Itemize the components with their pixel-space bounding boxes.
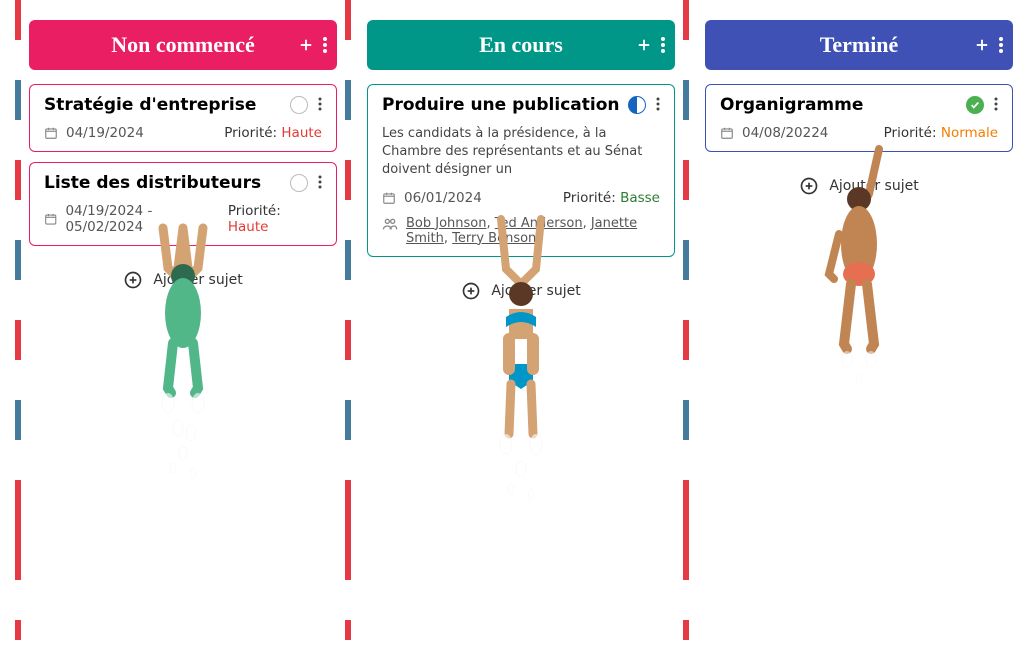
calendar-icon bbox=[44, 126, 58, 140]
kebab-icon bbox=[318, 175, 322, 189]
kebab-icon bbox=[323, 37, 327, 53]
column-header-actions bbox=[973, 36, 1003, 54]
status-done-icon[interactable] bbox=[966, 96, 984, 114]
swimmer-illustration bbox=[789, 144, 929, 404]
add-card-button[interactable] bbox=[297, 36, 315, 54]
add-card-button[interactable] bbox=[635, 36, 653, 54]
swimmer-illustration bbox=[113, 218, 253, 498]
column-header-actions bbox=[297, 36, 327, 54]
card-title: Liste des distributeurs bbox=[44, 173, 261, 193]
people-icon bbox=[382, 216, 398, 232]
swimmer-illustration bbox=[451, 209, 591, 509]
card-menu-button[interactable] bbox=[318, 174, 322, 193]
priority-value: Basse bbox=[620, 190, 660, 206]
card-date-text: 04/19/2024 bbox=[66, 125, 144, 141]
kebab-icon bbox=[999, 37, 1003, 53]
priority-value: Haute bbox=[281, 125, 322, 141]
card[interactable]: Stratégie d'entreprise 04/19/2024 Priori… bbox=[29, 84, 337, 152]
kebab-icon bbox=[656, 97, 660, 111]
priority-label: Priorité: bbox=[563, 190, 620, 206]
card-menu-button[interactable] bbox=[994, 96, 998, 115]
card-title: Organigramme bbox=[720, 95, 863, 115]
card-date-text: 04/08/20224 bbox=[742, 125, 828, 141]
column-menu-button[interactable] bbox=[661, 37, 665, 53]
priority-label: Priorité: bbox=[224, 125, 281, 141]
card-date: 04/08/20224 bbox=[720, 125, 828, 141]
status-in-progress-icon[interactable] bbox=[628, 96, 646, 114]
kebab-icon bbox=[994, 97, 998, 111]
column-title: Terminé bbox=[820, 32, 899, 58]
card-title: Produire une publication bbox=[382, 95, 620, 115]
lane-marker bbox=[683, 0, 689, 640]
column-header-done: Terminé bbox=[705, 20, 1013, 70]
column-doing: En cours Produire une publication bbox=[359, 20, 683, 509]
calendar-icon bbox=[720, 126, 734, 140]
column-done: Terminé Organigramme bbox=[697, 20, 1021, 404]
calendar-icon bbox=[382, 191, 396, 205]
column-title: En cours bbox=[479, 32, 563, 58]
priority-label: Priorité: bbox=[884, 125, 941, 141]
card-title: Stratégie d'entreprise bbox=[44, 95, 256, 115]
column-todo: Non commencé Stratégie d'entreprise bbox=[21, 20, 345, 498]
add-card-button[interactable] bbox=[973, 36, 991, 54]
column-menu-button[interactable] bbox=[323, 37, 327, 53]
column-menu-button[interactable] bbox=[999, 37, 1003, 53]
status-not-started-icon[interactable] bbox=[290, 96, 308, 114]
card-date: 06/01/2024 bbox=[382, 190, 482, 206]
card-description: Les candidats à la présidence, à la Cham… bbox=[382, 125, 660, 180]
card-menu-button[interactable] bbox=[318, 96, 322, 115]
column-header-doing: En cours bbox=[367, 20, 675, 70]
calendar-icon bbox=[44, 212, 57, 226]
column-header-actions bbox=[635, 36, 665, 54]
priority-value: Normale bbox=[941, 125, 998, 141]
card-menu-button[interactable] bbox=[656, 96, 660, 115]
plus-icon bbox=[297, 36, 315, 54]
column-header-todo: Non commencé bbox=[29, 20, 337, 70]
column-title: Non commencé bbox=[111, 32, 255, 58]
lane-marker bbox=[345, 0, 351, 640]
status-not-started-icon[interactable] bbox=[290, 174, 308, 192]
card-date: 04/19/2024 bbox=[44, 125, 144, 141]
priority-label: Priorité: bbox=[228, 203, 281, 219]
card-date-text: 06/01/2024 bbox=[404, 190, 482, 206]
kebab-icon bbox=[661, 37, 665, 53]
plus-icon bbox=[973, 36, 991, 54]
kebab-icon bbox=[318, 97, 322, 111]
plus-icon bbox=[635, 36, 653, 54]
card[interactable]: Organigramme 04/08/20224 Priorité: Norma… bbox=[705, 84, 1013, 152]
